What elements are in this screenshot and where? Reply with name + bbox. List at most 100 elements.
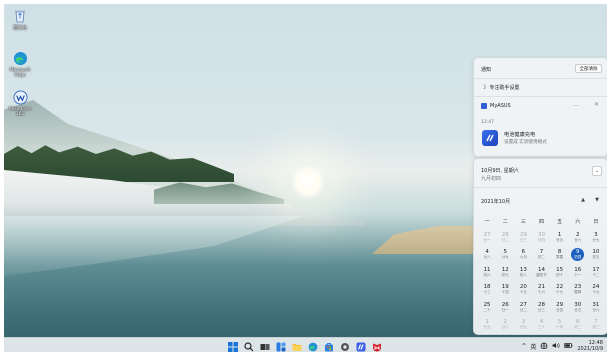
calendar-day-lunar: 初四 [574, 255, 582, 260]
calendar-weekday: 四 [538, 219, 544, 225]
calendar-day[interactable]: 5 廿九 [496, 246, 514, 264]
calendar-day[interactable]: 23 霜降 [569, 281, 587, 299]
calendar-day[interactable]: 2 廿六 [569, 228, 587, 246]
calendar-day[interactable]: 22 十七 [551, 281, 569, 299]
calendar-day[interactable]: 1 廿五 [551, 228, 569, 246]
clear-all-button[interactable]: 全部清除 [575, 64, 602, 73]
calendar-day[interactable]: 8 寒露 [551, 246, 569, 264]
calendar-day-lunar: 廿七 [592, 237, 600, 242]
desktop-icon-label: 回收站 [13, 26, 27, 31]
desktop-icon-label: Wise Care 365 [8, 107, 32, 117]
system-tray: ^ 英 12:48 2021/10/9 [521, 340, 603, 352]
calendar-day-lunar: 十六 [537, 290, 546, 295]
calendar-day[interactable]: 2 廿八 [496, 316, 514, 334]
settings-icon[interactable] [339, 341, 351, 352]
calendar-day-lunar: 十月 [556, 325, 564, 330]
calendar-day[interactable]: 27 廿二 [514, 298, 532, 316]
calendar-day[interactable]: 28 廿三 [532, 298, 550, 316]
file-explorer-icon[interactable] [291, 341, 303, 352]
calendar-day[interactable]: 10 初五 [587, 246, 605, 264]
app-icon[interactable] [355, 341, 367, 352]
calendar-day[interactable]: 6 九月 [514, 246, 532, 264]
network-icon[interactable] [540, 342, 548, 351]
widgets-icon[interactable] [275, 341, 287, 352]
calendar-day-lunar: 廿五 [574, 307, 582, 312]
calendar-day[interactable]: 29 廿四 [551, 298, 569, 316]
wallpaper-reflection [4, 216, 304, 276]
taskbar-clock[interactable]: 12:48 2021/10/9 [577, 340, 603, 352]
wallpaper-sun [290, 164, 326, 200]
calendar-day[interactable]: 7 初三 [587, 316, 605, 334]
calendar-day-today[interactable]: 9 初四 [569, 246, 587, 264]
notification-body: 设置成 实测使用模式 [504, 140, 547, 145]
calendar-day[interactable]: 1 廿七 [478, 316, 496, 334]
store-icon[interactable] [323, 341, 335, 352]
calendar-day[interactable]: 6 初二 [569, 316, 587, 334]
calendar-day-lunar: 廿一 [483, 237, 491, 242]
calendar-day-lunar: 霜降 [574, 290, 582, 295]
more-options-icon[interactable]: … [573, 101, 579, 108]
search-icon[interactable] [243, 341, 255, 352]
close-icon[interactable]: ✕ [594, 101, 599, 108]
show-hidden-icons-chevron[interactable]: ^ [521, 343, 526, 350]
mcafee-icon[interactable] [371, 341, 383, 352]
focus-assist-link[interactable]: ☽ 专注助手设置 [481, 84, 519, 91]
clock-date: 2021/10/9 [577, 346, 603, 352]
calendar-day[interactable]: 16 十一 [569, 263, 587, 281]
calendar-day[interactable]: 20 十五 [514, 281, 532, 299]
calendar-day-lunar: 廿一 [501, 307, 509, 312]
input-method-indicator[interactable]: 英 [530, 342, 536, 351]
calendar-day-lunar: 廿五 [556, 237, 564, 242]
calendar-day-lunar: 初十 [556, 272, 564, 277]
calendar-day[interactable]: 4 廿八 [478, 246, 496, 264]
notifications-header: 通知 [481, 67, 492, 73]
calendar-month-label[interactable]: 2021年10月 [481, 198, 510, 205]
calendar-day[interactable]: 3 廿九 [514, 316, 532, 334]
calendar-day[interactable]: 5 十月 [551, 316, 569, 334]
calendar-day[interactable]: 4 三十 [532, 316, 550, 334]
calendar-day[interactable]: 31 廿六 [587, 298, 605, 316]
task-view-icon[interactable] [259, 341, 271, 352]
calendar-day-lunar: 十三 [483, 290, 491, 295]
calendar-day-lunar: 十四 [501, 290, 509, 295]
edge-icon[interactable] [307, 341, 319, 352]
calendar-day[interactable]: 18 十三 [478, 281, 496, 299]
calendar-day[interactable]: 27 廿一 [478, 228, 496, 246]
calendar-weekday: 三 [520, 219, 526, 225]
divider [474, 96, 607, 97]
collapse-calendar-button[interactable]: ⌄ [592, 166, 602, 176]
calendar-day[interactable]: 14 重阳节 [532, 263, 550, 281]
calendar-day[interactable]: 19 十四 [496, 281, 514, 299]
start-icon[interactable] [227, 341, 239, 352]
battery-icon[interactable] [564, 342, 573, 351]
calendar-day[interactable]: 30 廿五 [569, 298, 587, 316]
calendar-day[interactable]: 24 十九 [587, 281, 605, 299]
previous-month-icon[interactable]: ▲ [581, 197, 585, 203]
calendar-day[interactable]: 3 廿七 [587, 228, 605, 246]
calendar-day[interactable]: 25 二十 [478, 298, 496, 316]
calendar-day[interactable]: 26 廿一 [496, 298, 514, 316]
desktop-icon-recycle-bin[interactable]: 回收站 [4, 8, 36, 31]
calendar-day[interactable]: 13 初八 [514, 263, 532, 281]
calendar-day[interactable]: 15 初十 [551, 263, 569, 281]
next-month-icon[interactable]: ▼ [595, 197, 599, 203]
calendar-day[interactable]: 28 廿二 [496, 228, 514, 246]
calendar-day-lunar: 廿九 [501, 255, 509, 260]
calendar-day[interactable]: 11 初六 [478, 263, 496, 281]
calendar-day[interactable]: 17 十二 [587, 263, 605, 281]
calendar-day-lunar: 初二 [574, 325, 582, 330]
desktop-icon-edge[interactable]: Microsoft Edge [4, 50, 36, 78]
calendar-day-lunar: 初七 [501, 272, 509, 277]
calendar-day-lunar: 初八 [519, 272, 527, 277]
notification-title[interactable]: 电池健康充电 [504, 131, 535, 138]
calendar-day[interactable]: 30 廿四 [532, 228, 550, 246]
battery-health-icon [482, 130, 498, 146]
myasus-app-icon [481, 103, 487, 109]
calendar-day[interactable]: 29 廿三 [514, 228, 532, 246]
calendar-day[interactable]: 7 初二 [532, 246, 550, 264]
calendar-day-lunar: 廿二 [519, 307, 527, 312]
calendar-day[interactable]: 21 十六 [532, 281, 550, 299]
volume-icon[interactable] [552, 342, 560, 351]
calendar-day[interactable]: 12 初七 [496, 263, 514, 281]
desktop-icon-wise-care[interactable]: Wise Care 365 [4, 89, 36, 117]
